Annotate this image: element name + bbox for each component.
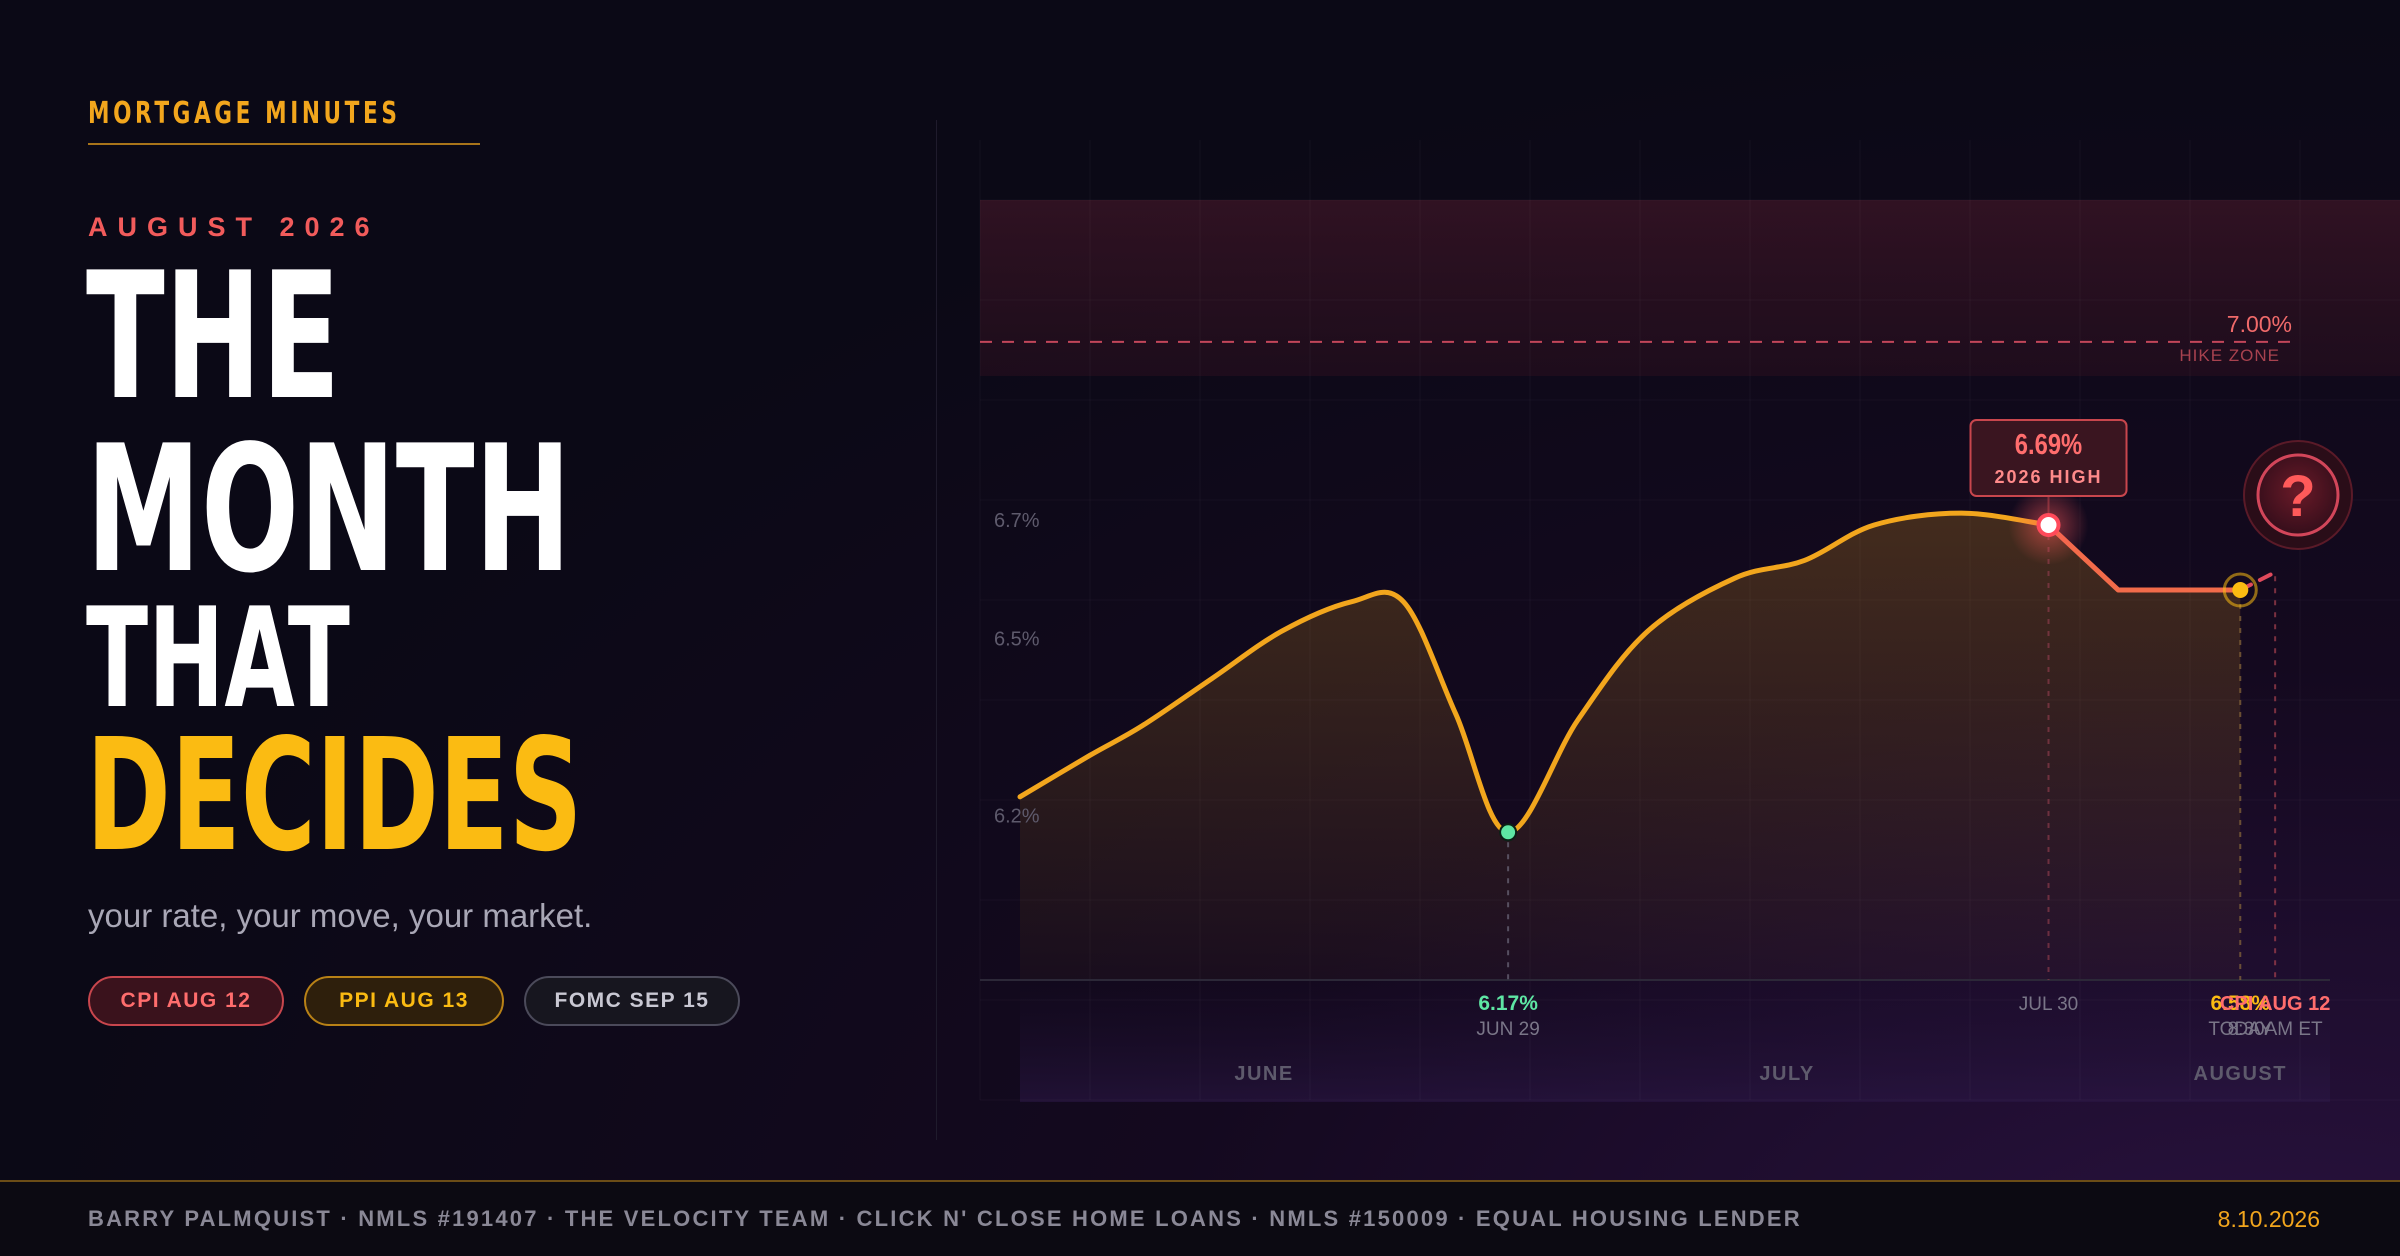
hike-zone-label: HIKE ZONE	[2179, 346, 2280, 365]
high-tag-value: 6.69%	[2015, 428, 2082, 461]
y-tick-label: 6.7%	[994, 510, 1040, 532]
hike-zone-value-label: 7.00%	[2227, 311, 2292, 337]
high-point-marker	[2036, 513, 2061, 537]
today-point-marker	[2232, 582, 2249, 598]
low-point-marker	[1499, 823, 1518, 842]
low-date-label: JUN 29	[1476, 1019, 1539, 1040]
month-label: JUNE	[1234, 1063, 1293, 1085]
footer-date: 8.10.2026	[2217, 1206, 2320, 1232]
rate-chart: 7.00% HIKE ZONE 6.7% 6.5% 6.2% 6.69% 2026 HIGH…	[980, 200, 2400, 1102]
low-value-label: 6.17%	[1478, 992, 1538, 1015]
event-time-label: 8:30AM ET	[2228, 1019, 2323, 1040]
rate-area	[1020, 513, 2241, 980]
question-mark-glyph: ?	[2280, 464, 2315, 529]
month-label: JULY	[1759, 1063, 1814, 1085]
y-tick-label: 6.5%	[994, 628, 1040, 650]
high-date-label: JUL 30	[2019, 994, 2079, 1015]
high-tag-label: 2026 HIGH	[1994, 467, 2102, 487]
event-title-label: CPI AUG 12	[2220, 993, 2330, 1015]
y-tick-label: 6.2%	[994, 806, 1040, 828]
footer-credits: BARRY PALMQUIST · NMLS #191407 · THE VEL…	[88, 1206, 1802, 1231]
month-label: AUGUST	[2194, 1063, 2287, 1085]
